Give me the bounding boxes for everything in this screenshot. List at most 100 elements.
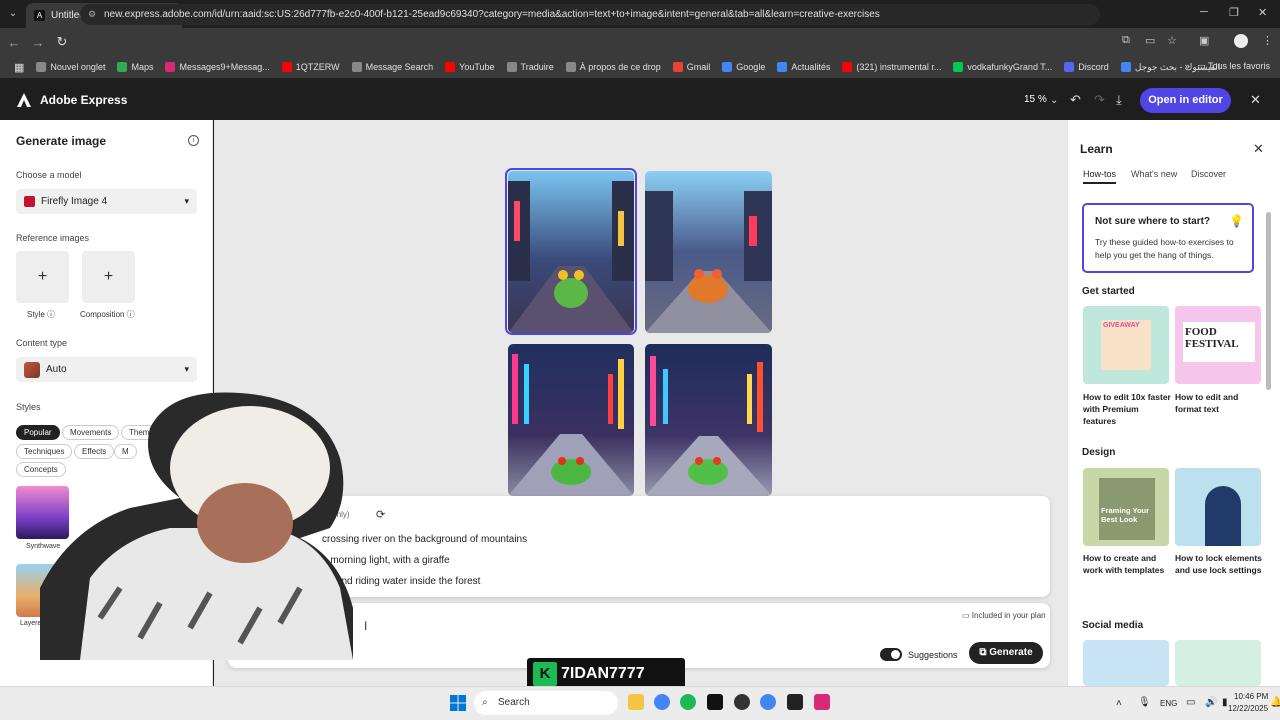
- bookmark-item[interactable]: Messages9+Messag...: [159, 62, 275, 72]
- bookmark-item[interactable]: Gmail: [667, 62, 717, 72]
- bookmark-item[interactable]: Discord: [1058, 62, 1115, 72]
- translate-icon[interactable]: ⧉: [1122, 34, 1130, 47]
- suggestions-toggle[interactable]: [880, 648, 902, 661]
- refresh-suggestions-icon[interactable]: ⟳: [376, 508, 385, 521]
- section-get-started: Get started: [1082, 286, 1135, 297]
- youtube-icon: [281, 62, 292, 72]
- bookmark-item[interactable]: Maps: [111, 62, 159, 72]
- learn-card-lock[interactable]: [1175, 468, 1261, 546]
- section-social-media: Social media: [1082, 620, 1144, 631]
- generate-button[interactable]: ⧉ Generate: [969, 642, 1043, 664]
- zoom-chevron-icon[interactable]: ⌄: [1050, 95, 1058, 106]
- firefly-icon: [24, 196, 35, 207]
- maps-icon: [117, 62, 128, 72]
- close-app-icon[interactable]: ✕: [1250, 92, 1261, 108]
- bookmark-star-icon[interactable]: ☆: [1167, 34, 1177, 47]
- bookmark-item[interactable]: Actualités: [771, 62, 836, 72]
- webcam-overlay: [40, 392, 353, 660]
- style-reference-add-button[interactable]: +: [16, 251, 69, 303]
- bookmark-item[interactable]: YouTube: [439, 62, 500, 72]
- forward-icon[interactable]: →: [26, 35, 50, 50]
- minimize-icon[interactable]: ─: [1200, 6, 1208, 18]
- person-thumb: [1205, 486, 1241, 546]
- learn-card-social-2[interactable]: [1175, 640, 1261, 686]
- windows-start-icon[interactable]: [450, 695, 466, 711]
- zoom-level[interactable]: 15 %: [1024, 94, 1047, 105]
- spotify-icon[interactable]: [680, 694, 696, 710]
- back-icon[interactable]: ←: [2, 35, 26, 50]
- close-learn-icon[interactable]: ✕: [1253, 141, 1264, 157]
- language-indicator[interactable]: ENG: [1160, 699, 1177, 708]
- tab-search-icon[interactable]: ⌄: [4, 5, 22, 23]
- generated-image-4[interactable]: [645, 344, 772, 496]
- learn-title: Learn: [1080, 142, 1113, 156]
- learn-card-premium[interactable]: GIVEAWAY: [1083, 306, 1169, 384]
- generated-image-2[interactable]: [645, 171, 772, 333]
- discord-icon: [1064, 62, 1075, 72]
- learn-card-text[interactable]: FOOD FESTIVAL: [1175, 306, 1261, 384]
- auto-content-icon: [24, 361, 40, 378]
- style-ref-label: Style ⓘ: [27, 310, 56, 319]
- window-close-icon[interactable]: ✕: [1258, 6, 1267, 19]
- obs-icon[interactable]: [734, 694, 750, 710]
- content-type-select[interactable]: Auto ▾: [16, 357, 197, 382]
- bookmark-item[interactable]: 1QTZERW: [276, 62, 346, 72]
- tab-discover[interactable]: Discover: [1191, 169, 1226, 179]
- streamer-name: 7IDAN7777: [561, 665, 645, 682]
- instagram-app-icon[interactable]: [814, 694, 830, 710]
- selected-image-outline: [505, 168, 637, 335]
- giveaway-text: GIVEAWAY: [1103, 322, 1140, 329]
- install-icon[interactable]: ▭: [1145, 34, 1155, 47]
- extensions-icon[interactable]: ▣: [1199, 34, 1209, 47]
- kick-app-icon[interactable]: [707, 694, 723, 710]
- bookmark-item[interactable]: (321) instrumental r...: [836, 62, 947, 72]
- file-explorer-icon[interactable]: [628, 694, 644, 710]
- clock-time[interactable]: 10:46 PM: [1234, 692, 1268, 701]
- network-icon[interactable]: ▭: [1186, 697, 1195, 708]
- chrome-active-icon[interactable]: [760, 694, 776, 710]
- undo-icon[interactable]: ↶: [1070, 92, 1081, 108]
- microphone-icon[interactable]: 🎙: [1138, 697, 1151, 708]
- composition-reference-add-button[interactable]: +: [82, 251, 135, 303]
- bookmark-item[interactable]: À propos de ce drop: [560, 62, 667, 72]
- profile-avatar[interactable]: [1234, 34, 1248, 48]
- url-field[interactable]: ⚙ new.express.adobe.com/id/urn:aaid:sc:U…: [80, 4, 1100, 25]
- epic-games-icon[interactable]: [787, 694, 803, 710]
- card-text: Try these guided how-to exercises to hel…: [1095, 237, 1234, 260]
- browser-menu-icon[interactable]: ⋮: [1262, 34, 1273, 47]
- open-in-editor-button[interactable]: Open in editor: [1140, 88, 1231, 113]
- bookmark-item[interactable]: vodkafunkyGrand T...: [947, 62, 1058, 72]
- reload-icon[interactable]: ↻: [50, 34, 74, 50]
- notification-bell-icon[interactable]: 🔔: [1270, 697, 1280, 708]
- chrome-icon[interactable]: [654, 694, 670, 710]
- learn-card-templates[interactable]: Framing Your Best Look: [1083, 468, 1169, 546]
- redo-icon[interactable]: ↷: [1094, 92, 1105, 108]
- restore-icon[interactable]: ❐: [1229, 6, 1239, 19]
- generated-image-3[interactable]: [508, 344, 634, 496]
- battery-icon[interactable]: ▮: [1222, 697, 1228, 708]
- tab-whats-new[interactable]: What's new: [1131, 169, 1177, 179]
- kick-logo-icon: K: [533, 662, 557, 686]
- content-type-value: Auto: [46, 364, 67, 375]
- plan-note: ▭ Included in your plan: [962, 611, 1046, 620]
- tray-chevron-icon[interactable]: ˄: [1116, 698, 1122, 709]
- apps-grid-icon[interactable]: ▦: [8, 61, 30, 74]
- all-bookmarks[interactable]: » ▭ Tous les favoris: [1185, 61, 1270, 72]
- model-select[interactable]: Firefly Image 4 ▾: [16, 189, 197, 214]
- info-icon[interactable]: i: [188, 135, 199, 146]
- bookmark-item[interactable]: Nouvel onglet: [30, 62, 111, 72]
- bookmark-item[interactable]: Google: [716, 62, 771, 72]
- clock-date[interactable]: 12/22/2025: [1228, 704, 1268, 713]
- bookmark-item[interactable]: Message Search: [346, 62, 440, 72]
- download-icon[interactable]: ⤓: [1116, 92, 1122, 108]
- tab-how-tos[interactable]: How-tos: [1083, 169, 1117, 184]
- styles-label: Styles: [16, 402, 41, 412]
- learn-scrollbar[interactable]: [1266, 212, 1271, 390]
- bookmark-item[interactable]: Traduire: [501, 62, 560, 72]
- address-bar-row: ← → ↻: [0, 28, 1280, 56]
- volume-icon[interactable]: 🔊: [1205, 697, 1217, 708]
- site-info-icon[interactable]: ⚙: [88, 4, 96, 25]
- taskbar-search[interactable]: ⌕ Search: [474, 691, 618, 715]
- learn-card-social-1[interactable]: [1083, 640, 1169, 686]
- search-icon: ⌕: [482, 697, 488, 708]
